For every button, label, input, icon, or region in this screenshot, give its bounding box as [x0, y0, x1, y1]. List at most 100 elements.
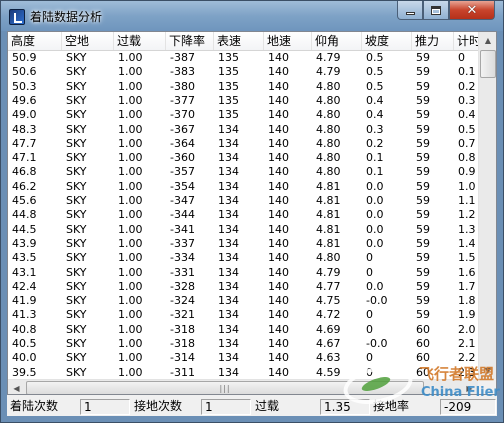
table-cell: SKY: [66, 322, 87, 336]
table-cell: 0.3: [458, 93, 476, 107]
table-row[interactable]: 39.5 SKY 1.00 -311 134 140 4.59 0 60 2.3: [8, 366, 478, 379]
table-cell: 1.00: [118, 151, 143, 165]
table-row[interactable]: 43.5 SKY 1.00 -334 134 140 4.80 0 59 1.5: [8, 251, 478, 265]
scroll-right-arrow-icon[interactable]: ▶: [461, 380, 478, 394]
table-cell: 140: [268, 208, 289, 222]
table-row[interactable]: 49.6 SKY 1.00 -377 135 140 4.80 0.4 59 0.3: [8, 94, 478, 108]
minimize-button[interactable]: [397, 1, 423, 20]
table-row[interactable]: 46.8 SKY 1.00 -357 134 140 4.80 0.1 59 0.9: [8, 165, 478, 179]
table-cell: 134: [218, 222, 239, 236]
column-header[interactable]: 推力: [412, 32, 454, 50]
table-cell: 1.4: [458, 236, 476, 250]
table-cell: 59: [416, 93, 430, 107]
column-header[interactable]: 仰角: [312, 32, 362, 50]
table-cell: SKY: [66, 222, 87, 236]
table-row[interactable]: 42.4 SKY 1.00 -328 134 140 4.77 0.0 59 1.7: [8, 280, 478, 294]
table-cell: -324: [170, 294, 195, 308]
table-cell: SKY: [66, 65, 87, 79]
column-header[interactable]: 表速: [214, 32, 264, 50]
table-row[interactable]: 41.3 SKY 1.00 -321 134 140 4.72 0 59 1.9: [8, 308, 478, 322]
table-cell: 43.9: [12, 236, 37, 250]
scroll-up-arrow-icon[interactable]: ▲: [480, 32, 496, 49]
horizontal-scroll-thumb[interactable]: |||: [26, 381, 424, 394]
scroll-down-arrow-icon[interactable]: ▼: [480, 362, 496, 379]
table-row[interactable]: 44.5 SKY 1.00 -341 134 140 4.81 0.0 59 1.3: [8, 223, 478, 237]
status-touchdown-count-value: 1: [201, 399, 251, 415]
vertical-scrollbar[interactable]: ▲ ▼: [478, 32, 496, 379]
table-cell: 140: [268, 93, 289, 107]
table-cell: 4.80: [316, 79, 341, 93]
table-row[interactable]: 43.1 SKY 1.00 -331 134 140 4.79 0 59 1.6: [8, 266, 478, 280]
table-cell: 4.75: [316, 294, 341, 308]
table-cell: 59: [416, 236, 430, 250]
table-row[interactable]: 40.5 SKY 1.00 -318 134 140 4.67 -0.0 60 2.1: [8, 337, 478, 351]
table-cell: 59: [416, 151, 430, 165]
table-row[interactable]: 46.2 SKY 1.00 -354 134 140 4.81 0.0 59 1.0: [8, 180, 478, 194]
column-header[interactable]: 下降率: [166, 32, 214, 50]
table-cell: 134: [218, 279, 239, 293]
table-row[interactable]: 50.9 SKY 1.00 -387 135 140 4.79 0.5 59 0: [8, 51, 478, 65]
horizontal-scrollbar[interactable]: ◀ ||| ▶: [8, 379, 478, 394]
close-icon: ✕: [466, 2, 478, 18]
table-row[interactable]: 43.9 SKY 1.00 -337 134 140 4.81 0.0 59 1.4: [8, 237, 478, 251]
table-cell: 59: [416, 265, 430, 279]
table-cell: SKY: [66, 165, 87, 179]
column-header[interactable]: 空地: [62, 32, 114, 50]
column-header[interactable]: 计时: [454, 32, 478, 50]
table-cell: 4.81: [316, 222, 341, 236]
column-header[interactable]: 过载: [114, 32, 166, 50]
status-touchdown-rate-label: 接地率: [370, 399, 440, 415]
table-cell: 0.0: [366, 208, 384, 222]
table-row[interactable]: 45.6 SKY 1.00 -347 134 140 4.81 0.0 59 1.1: [8, 194, 478, 208]
table-row[interactable]: 40.0 SKY 1.00 -314 134 140 4.63 0 60 2.2: [8, 351, 478, 365]
table-cell: SKY: [66, 79, 87, 93]
table-cell: 140: [268, 65, 289, 79]
table-cell: 140: [268, 236, 289, 250]
landing-data-list[interactable]: 高度空地过载下降率表速地速仰角坡度推力计时 50.9SKY1.00-387135…: [7, 31, 497, 395]
table-cell: 0.4: [366, 93, 384, 107]
table-cell: 1.00: [118, 351, 143, 365]
table-cell: 0: [366, 265, 373, 279]
table-cell: -357: [170, 165, 195, 179]
table-row[interactable]: 41.9 SKY 1.00 -324 134 140 4.75 -0.0 59 1.8: [8, 294, 478, 308]
maximize-button[interactable]: [423, 1, 449, 20]
scroll-left-arrow-icon[interactable]: ◀: [8, 380, 25, 394]
table-cell: 0.1: [366, 151, 384, 165]
table-row[interactable]: 44.8 SKY 1.00 -344 134 140 4.81 0.0 59 1.2: [8, 208, 478, 222]
table-cell: 134: [218, 179, 239, 193]
table-cell: 1.9: [458, 308, 476, 322]
table-cell: 50.3: [12, 79, 37, 93]
table-cell: 0.1: [458, 65, 476, 79]
column-header[interactable]: 高度: [8, 32, 62, 50]
table-cell: 0.5: [366, 79, 384, 93]
table-cell: 41.3: [12, 308, 37, 322]
table-cell: 1.00: [118, 294, 143, 308]
column-header[interactable]: 坡度: [362, 32, 412, 50]
table-cell: 134: [218, 337, 239, 350]
title-bar[interactable]: 着陆数据分析 ✕: [1, 1, 503, 31]
table-cell: 49.6: [12, 93, 37, 107]
table-row[interactable]: 47.7 SKY 1.00 -364 134 140 4.80 0.2 59 0.7: [8, 137, 478, 151]
table-cell: 140: [268, 79, 289, 93]
table-row[interactable]: 50.6 SKY 1.00 -383 135 140 4.79 0.5 59 0.1: [8, 65, 478, 79]
vertical-scroll-thumb[interactable]: [480, 50, 496, 78]
table-cell: 135: [218, 79, 239, 93]
list-body[interactable]: 50.9 SKY 1.00 -387 135 140 4.79 0.5 59 0 50.6 SKY 1.…: [8, 51, 478, 379]
table-row[interactable]: 48.3 SKY 1.00 -367 134 140 4.80 0.3 59 0.5: [8, 123, 478, 137]
table-row[interactable]: 49.0 SKY 1.00 -370 135 140 4.80 0.4 59 0.4: [8, 108, 478, 122]
table-row[interactable]: 50.3 SKY 1.00 -380 135 140 4.80 0.5 59 0.2: [8, 80, 478, 94]
table-cell: 140: [268, 351, 289, 365]
table-cell: -354: [170, 179, 195, 193]
table-cell: -370: [170, 108, 195, 122]
table-cell: 4.80: [316, 251, 341, 265]
table-row[interactable]: 40.8 SKY 1.00 -318 134 140 4.69 0 60 2.0: [8, 323, 478, 337]
column-header[interactable]: 地速: [264, 32, 312, 50]
table-cell: 60: [416, 337, 430, 350]
table-cell: 140: [268, 308, 289, 322]
table-cell: SKY: [66, 51, 87, 64]
table-cell: 1.00: [118, 337, 143, 350]
table-row[interactable]: 47.1 SKY 1.00 -360 134 140 4.80 0.1 59 0.8: [8, 151, 478, 165]
table-cell: -328: [170, 279, 195, 293]
table-cell: 1.6: [458, 265, 476, 279]
close-button[interactable]: ✕: [449, 1, 495, 20]
